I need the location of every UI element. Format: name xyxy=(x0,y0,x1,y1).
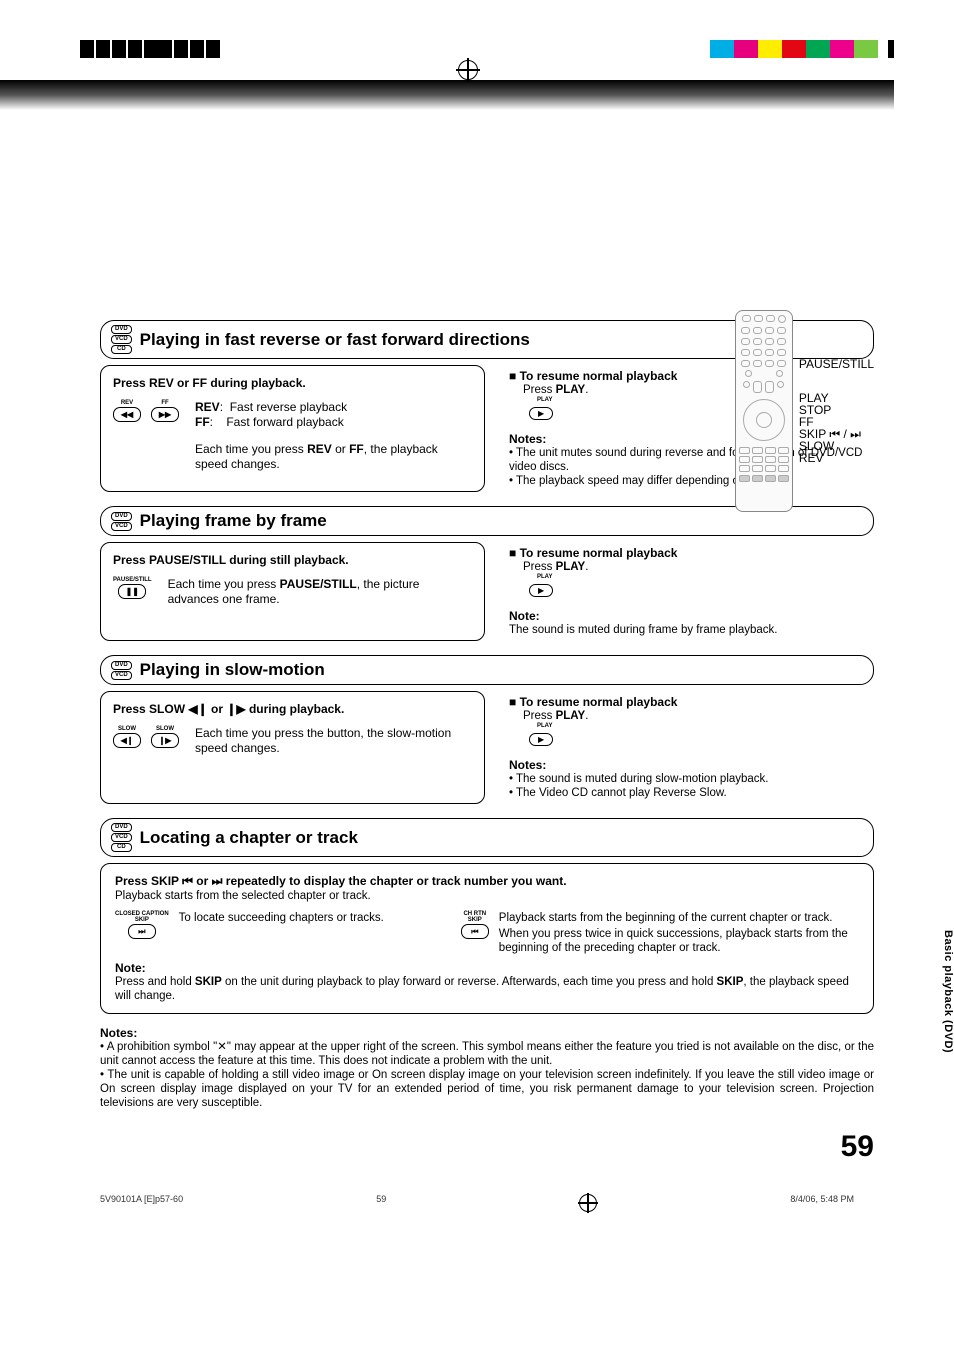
media-badges: DVD VCD xyxy=(111,661,132,680)
play-button-icon xyxy=(529,733,553,746)
s2-instruction: Press PAUSE/STILL during still playback. xyxy=(113,553,472,567)
registration-crosshair-icon xyxy=(458,60,478,80)
section-4-title: Locating a chapter or track xyxy=(140,828,358,848)
section-2-left: Press PAUSE/STILL during still playback.… xyxy=(100,542,485,641)
page-number: 59 xyxy=(100,1130,874,1164)
section-1-title: Playing in fast reverse or fast forward … xyxy=(140,330,530,350)
print-footer: 5V90101A [E]p57-60 59 8/4/06, 5:48 PM xyxy=(100,1194,854,1212)
remote-diagram: PAUSE/STILL PLAY STOP FF SKIP ⏮ / ⏭ SLOW… xyxy=(735,310,874,512)
left-registration-marks xyxy=(80,40,222,58)
s4-left-desc: To locate succeeding chapters or tracks. xyxy=(179,911,384,955)
label-pause: PAUSE/STILL xyxy=(799,358,874,370)
s4-right-desc1: Playback starts from the beginning of th… xyxy=(499,911,859,925)
s2-note1: The sound is muted during frame by frame… xyxy=(509,623,868,637)
remote-outline xyxy=(735,310,793,512)
rev-desc: REV: Fast reverse playback xyxy=(195,400,472,415)
pause-button-icon: PAUSE/STILL❚❚ xyxy=(113,577,152,599)
footer-notes-head: Notes: xyxy=(100,1026,874,1040)
remote-labels: PAUSE/STILL PLAY STOP FF SKIP ⏮ / ⏭ SLOW… xyxy=(799,358,874,464)
slow-rev-button-icon: SLOW◀❙ xyxy=(113,726,141,748)
right-color-swatches xyxy=(710,40,894,58)
footer-note-2: • The unit is capable of holding a still… xyxy=(100,1068,874,1110)
s4-note-head: Note: xyxy=(115,961,859,975)
media-badges: DVD VCD CD xyxy=(111,325,132,354)
media-badges: DVD VCD xyxy=(111,512,132,531)
ff-button-icon: FF▶▶ xyxy=(151,400,179,422)
s3-note1: • The sound is muted during slow-motion … xyxy=(509,772,868,786)
s2-press-play: Press PLAY. xyxy=(523,560,868,574)
s1-para: Each time you press REV or FF, the playb… xyxy=(195,442,472,472)
footer-mid: 59 xyxy=(376,1194,386,1212)
s3-note2: • The Video CD cannot play Reverse Slow. xyxy=(509,786,868,800)
s2-resume-head: To resume normal playback xyxy=(509,546,868,560)
play-button-icon xyxy=(529,584,553,597)
section-2-right: To resume normal playback Press PLAY. PL… xyxy=(503,542,874,641)
section-1-left: Press REV or FF during playback. REV◀◀ F… xyxy=(100,365,485,492)
footer-left: 5V90101A [E]p57-60 xyxy=(100,1194,183,1212)
registration-crosshair-icon xyxy=(579,1194,597,1212)
section-3-right: To resume normal playback Press PLAY. PL… xyxy=(503,691,874,804)
side-tab: Basic playback (DVD) xyxy=(942,930,954,1053)
footer-right: 8/4/06, 5:48 PM xyxy=(790,1194,854,1212)
s4-sub: Playback starts from the selected chapte… xyxy=(115,889,859,903)
rev-button-icon: REV◀◀ xyxy=(113,400,141,422)
s3-instruction: Press SLOW ◀❙ or ❙▶ during playback. xyxy=(113,702,472,716)
s2-notes-head: Note: xyxy=(509,609,868,623)
slow-fwd-button-icon: SLOW❙▶ xyxy=(151,726,179,748)
section-4-header: DVD VCD CD Locating a chapter or track xyxy=(100,818,874,857)
section-3-header: DVD VCD Playing in slow-motion xyxy=(100,655,874,685)
section-3-title: Playing in slow-motion xyxy=(140,660,325,680)
skip-fwd-button-icon: CLOSED CAPTIONSKIP⏭ xyxy=(115,911,169,955)
s4-instruction: Press SKIP ⏮ or ⏭ repeatedly to display … xyxy=(115,874,859,889)
s3-press-play: Press PLAY. xyxy=(523,709,868,723)
ff-desc: FF: Fast forward playback xyxy=(195,415,472,430)
s4-note-text: Press and hold SKIP on the unit during p… xyxy=(115,975,859,1003)
footer-notes: Notes: • A prohibition symbol "✕" may ap… xyxy=(100,1026,874,1110)
media-badges: DVD VCD CD xyxy=(111,823,132,852)
s3-notes-head: Notes: xyxy=(509,758,868,772)
dpad-icon xyxy=(743,399,785,441)
section-4-body: Press SKIP ⏮ or ⏭ repeatedly to display … xyxy=(100,863,874,1014)
s2-para: Each time you press PAUSE/STILL, the pic… xyxy=(168,577,472,607)
gradient-bar xyxy=(0,80,894,110)
s3-para: Each time you press the button, the slow… xyxy=(195,726,472,756)
play-button-icon xyxy=(529,407,553,420)
s4-right-desc2: When you press twice in quick succession… xyxy=(499,927,859,955)
skip-back-button-icon: CH RTNSKIP⏮ xyxy=(461,911,489,955)
s1-instruction: Press REV or FF during playback. xyxy=(113,376,472,390)
section-2-title: Playing frame by frame xyxy=(140,511,327,531)
label-rev: REV xyxy=(799,452,874,464)
section-3-left: Press SLOW ◀❙ or ❙▶ during playback. SLO… xyxy=(100,691,485,804)
s3-resume-head: To resume normal playback xyxy=(509,695,868,709)
footer-note-1: • A prohibition symbol "✕" may appear at… xyxy=(100,1040,874,1068)
